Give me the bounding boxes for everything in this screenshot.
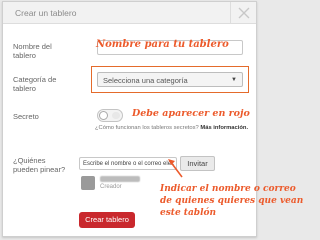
invite-placeholder: Escribe el nombre o el correo elec	[83, 160, 175, 167]
invite-annotation: Indicar el nombre o correo de quienes qu…	[160, 184, 304, 218]
board-name-label: Nombre del tablero	[13, 42, 52, 60]
avatar	[81, 176, 95, 190]
dialog-header: Crear un tablero	[3, 2, 256, 24]
dialog-title: Crear un tablero	[15, 8, 77, 18]
toggle-knob	[99, 111, 108, 120]
category-selected-value: Selecciona una categoría	[103, 76, 188, 85]
collaborator-name-blurred	[100, 176, 140, 182]
close-icon	[238, 7, 250, 19]
collaborator-role: Creador	[100, 184, 122, 190]
secret-label: Secreto	[13, 112, 39, 121]
close-button[interactable]	[230, 2, 256, 24]
secret-toggle[interactable]	[97, 109, 123, 122]
create-board-button[interactable]: Crear tablero	[79, 212, 135, 228]
secret-help-text: ¿Cómo funcionan los tableros secretos? M…	[95, 125, 249, 131]
board-category-label: Categoría de tablero	[13, 75, 57, 93]
invite-input[interactable]: Escribe el nombre o el correo elec	[79, 157, 177, 170]
more-info-link[interactable]: Más información.	[200, 125, 248, 131]
toggle-track-indicator	[112, 112, 120, 119]
secret-annotation: Debe aparecer en rojo	[132, 108, 250, 119]
pinners-label: ¿Quiénes pueden pinear?	[13, 156, 66, 174]
arrow-icon	[168, 159, 183, 178]
board-name-annotation: Nombre para tu tablero	[96, 39, 229, 50]
chevron-down-icon: ▼	[231, 77, 237, 83]
category-select[interactable]: Selecciona una categoría ▼	[97, 72, 243, 87]
